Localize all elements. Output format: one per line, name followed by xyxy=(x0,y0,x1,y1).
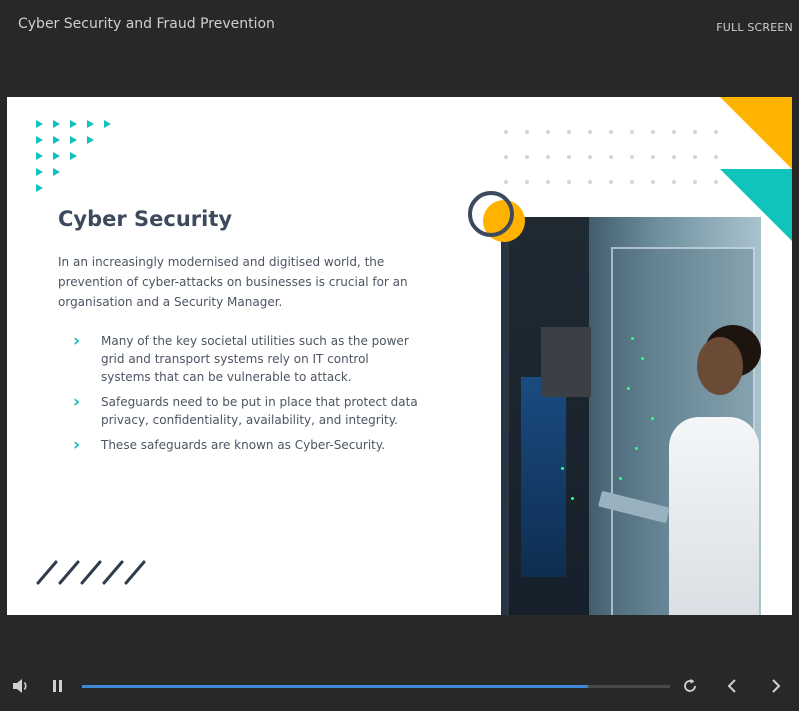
slide-intro-text: In an increasingly modernised and digiti… xyxy=(58,255,408,309)
previous-button[interactable] xyxy=(726,678,738,694)
bullet-text: Many of the key societal utilities such … xyxy=(101,334,409,384)
bullet-list: › Many of the key societal utilities suc… xyxy=(73,332,418,461)
bullet-text: These safeguards are known as Cyber-Secu… xyxy=(101,438,386,452)
bullet-item: › These safeguards are known as Cyber-Se… xyxy=(73,436,418,454)
bullet-item: › Many of the key societal utilities suc… xyxy=(73,332,418,386)
progress-fill xyxy=(82,685,588,688)
slide: Cyber Security In an increasingly modern… xyxy=(7,97,792,615)
pause-icon[interactable] xyxy=(52,679,64,693)
next-button[interactable] xyxy=(770,678,782,694)
course-title: Cyber Security and Fraud Prevention xyxy=(18,16,275,32)
top-bar: Cyber Security and Fraud Prevention FULL… xyxy=(0,0,799,50)
chevron-right-icon: › xyxy=(73,392,81,412)
fullscreen-button[interactable]: FULL SCREEN xyxy=(716,21,793,34)
decorative-slashes xyxy=(36,560,146,585)
bullet-text: Safeguards need to be put in place that … xyxy=(101,395,418,427)
chevron-right-icon: › xyxy=(73,435,81,455)
decorative-ring xyxy=(468,191,514,237)
slide-heading: Cyber Security xyxy=(58,207,233,231)
player-controls xyxy=(0,660,799,711)
volume-icon[interactable] xyxy=(12,678,30,694)
bullet-item: › Safeguards need to be put in place tha… xyxy=(73,393,418,429)
chevron-right-icon: › xyxy=(73,331,81,351)
progress-bar[interactable] xyxy=(82,685,670,688)
data-center-technician-photo xyxy=(501,217,761,615)
replay-icon[interactable] xyxy=(682,678,698,694)
decorative-yellow-corner xyxy=(720,97,792,169)
